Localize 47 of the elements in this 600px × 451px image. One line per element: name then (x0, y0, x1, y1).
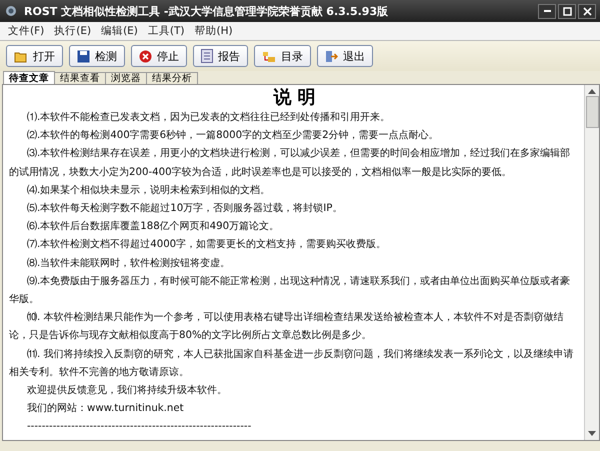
folder-icon (14, 50, 28, 62)
toolbar-button[interactable]: 停止 (131, 45, 187, 67)
paragraph: ⑴.本软件不能检查已发表文档，因为已发表的文档往往已经到处传播和引用开来。 (26, 110, 392, 125)
toolbar-button[interactable]: 检测 (69, 45, 125, 67)
menu-item[interactable]: 执行(E) (54, 24, 92, 38)
tab[interactable]: 浏览器 (105, 72, 147, 84)
app-icon (4, 4, 18, 18)
stop-icon (139, 50, 152, 62)
scroll-down-icon (588, 431, 596, 437)
paragraph: ⑾. 我们将持续投入反剽窃的研究，本人已获批国家自科基金进一步反剽窃问题，我们将继续发表一系列论文，以及继续申请相关专利。软件不完善的地方敬请原谅。 (9, 348, 574, 380)
toolbar-button[interactable]: 打开 (6, 45, 63, 67)
paragraph: ⑵.本软件的每检测400字需要6秒钟，一篇8000字的文档至少需要2分钟，需要一点点耐心。 (26, 128, 440, 144)
paragraph: 我们的网站：www.turnitinuk.net (26, 402, 185, 416)
scroll-thumb[interactable] (586, 96, 598, 128)
paragraph: ⑺.本软件检测文档不得超过4000字，如需要更长的文档支持，需要购买收费版。 (26, 238, 388, 252)
close-icon (582, 6, 592, 16)
maximize-button[interactable] (558, 4, 576, 18)
paragraph: ------------------------------------------------------------- (26, 420, 252, 434)
paragraph: ⑼.本免费版由于服务器压力，有时候可能不能正常检测，出现这种情况，请速联系我们，或者由单位出面购买单位版或者豪华版。 (9, 274, 572, 308)
paragraph: ⑶.本软件检测结果存在误差，用更小的文档块进行检测，可以减少误差，但需要的时间会相应增加，经过我们在多家编辑部的试用情况，块数大小定为200-400字较为合适，此时误差率也是可以接受的，文档相似率一般是比实际的要低。 (9, 146, 572, 180)
toolbar-button[interactable]: 报告 (193, 45, 248, 67)
menu-item[interactable]: 文件(F) (8, 24, 44, 38)
minimize-button[interactable] (538, 4, 556, 18)
paragraph: ⑹.本软件后台数据库覆盖188亿个网页和490万篇论文。 (26, 220, 280, 234)
minimize-icon (544, 10, 550, 12)
paragraph: ⑽. 本软件检测结果只能作为一个参考，可以使用表格右键导出详细检查结果发送给被检查本人，本软件不对是否剽窃做结论，只是告诉你与现存文献相似度高于80%的文字比例所占文章总数比例是多少。 (9, 310, 564, 344)
paragraph: ⑻.当软件未能联网时，软件检测按钮将变虚。 (26, 256, 232, 271)
menu-item[interactable]: 编辑(E) (101, 24, 138, 38)
tab[interactable]: 结果查看 (54, 72, 106, 84)
close-button[interactable] (578, 4, 596, 18)
window-title: ROST 文档相似性检测工具 -武汉大学信息管理学院荣誉贡献 6.3.5.93版 (24, 4, 390, 18)
document-icon (201, 49, 213, 63)
menu-item[interactable]: 工具(T) (148, 24, 184, 38)
toolbar-button[interactable]: 退出 (317, 45, 373, 67)
scrollbar[interactable] (584, 85, 599, 440)
menu-item[interactable]: 帮助(H) (194, 24, 233, 38)
folder-tree-icon (262, 50, 276, 62)
paragraph: ⑷.如果某个相似块未显示，说明未检索到相似的文档。 (26, 184, 272, 198)
paragraph: 欢迎提供反馈意见，我们将持续升级本软件。 (26, 384, 228, 398)
tab[interactable]: 结果分析 (146, 72, 198, 84)
toolbar-button[interactable]: 目录 (254, 45, 311, 67)
scroll-up-icon (588, 88, 596, 94)
paragraph: ⑸.本软件每天检测字数不能超过10万字，否则服务器过载，将封锁IP。 (26, 202, 344, 216)
tab[interactable]: 待查文章 (3, 71, 55, 84)
maximize-icon (562, 6, 572, 16)
exit-door-icon (325, 50, 338, 62)
document-heading: 说 明 (272, 86, 317, 109)
